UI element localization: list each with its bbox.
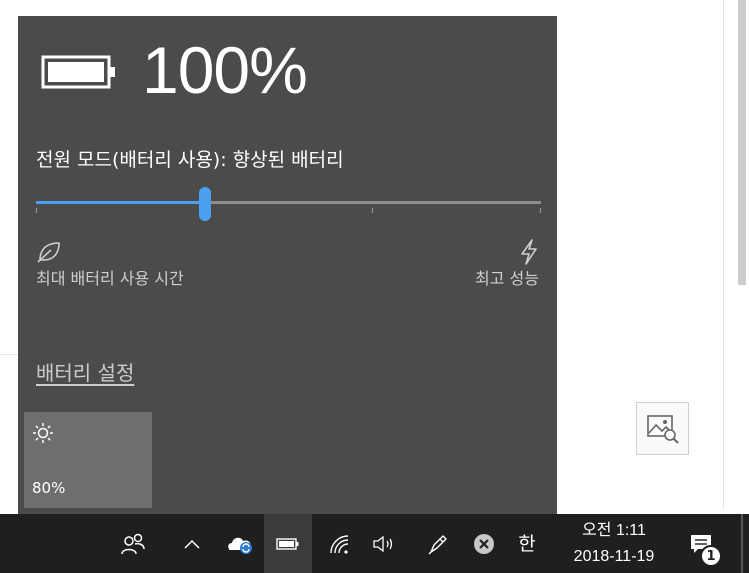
image-search-button[interactable] (636, 402, 689, 455)
battery-flyout: 100% 전원 모드(배터리 사용): 향상된 배터리 최대 배터리 사용 시간… (18, 16, 557, 514)
pen-workspace-button[interactable] (420, 514, 456, 573)
close-tray-button[interactable] (466, 514, 502, 573)
battery-percentage: 100% (142, 33, 308, 107)
taskbar: 한 오전 1:11 2018-11-19 1 (0, 514, 749, 573)
clock-time: 오전 1:11 (582, 521, 646, 539)
slider-tick (36, 208, 37, 213)
ime-indicator: 한 (518, 532, 536, 555)
leaf-icon (37, 242, 60, 263)
power-mode-label: 전원 모드(배터리 사용): 향상된 배터리 (36, 149, 344, 171)
battery-settings-link[interactable]: 배터리 설정 (36, 359, 134, 387)
clock-date: 2018-11-19 (573, 547, 655, 565)
background-divider (0, 354, 18, 355)
max-battery-life-label: 최대 배터리 사용 시간 (36, 269, 184, 288)
pen-icon (428, 534, 447, 554)
slider-tick (372, 208, 373, 213)
onedrive-sync-icon (228, 537, 252, 554)
image-search-icon (646, 414, 679, 444)
slider-track[interactable] (206, 201, 541, 204)
wifi-icon (330, 534, 349, 554)
volume-tray-button[interactable] (366, 514, 402, 573)
background-scrollbar-thumb[interactable] (738, 0, 746, 285)
show-hidden-icons-button[interactable] (176, 514, 208, 573)
battery-full-icon (41, 55, 115, 89)
sun-icon (33, 423, 53, 443)
chevron-up-icon (184, 539, 200, 549)
lightning-bolt-icon (521, 239, 537, 265)
battery-tray-button[interactable] (264, 514, 312, 573)
people-button[interactable] (110, 514, 156, 573)
slider-thumb[interactable] (199, 187, 211, 221)
notification-count-badge: 1 (700, 545, 722, 567)
brightness-quick-action[interactable]: 80% (24, 412, 152, 508)
network-tray-button[interactable] (322, 514, 358, 573)
brightness-value: 80% (32, 479, 66, 497)
best-performance-label: 최고 성능 (475, 269, 539, 288)
background-scroll-border (723, 0, 724, 510)
slider-tick (540, 208, 541, 213)
power-mode-slider[interactable] (36, 186, 541, 222)
clock-button[interactable]: 오전 1:11 2018-11-19 (556, 514, 672, 573)
battery-icon (276, 537, 299, 550)
volume-icon (373, 535, 393, 552)
slider-track-fill (36, 201, 206, 204)
show-desktop-button[interactable] (741, 514, 743, 573)
close-circle-icon (474, 533, 494, 554)
input-method-button[interactable]: 한 (510, 514, 544, 573)
onedrive-tray-button[interactable] (222, 514, 258, 573)
people-icon (121, 533, 145, 554)
